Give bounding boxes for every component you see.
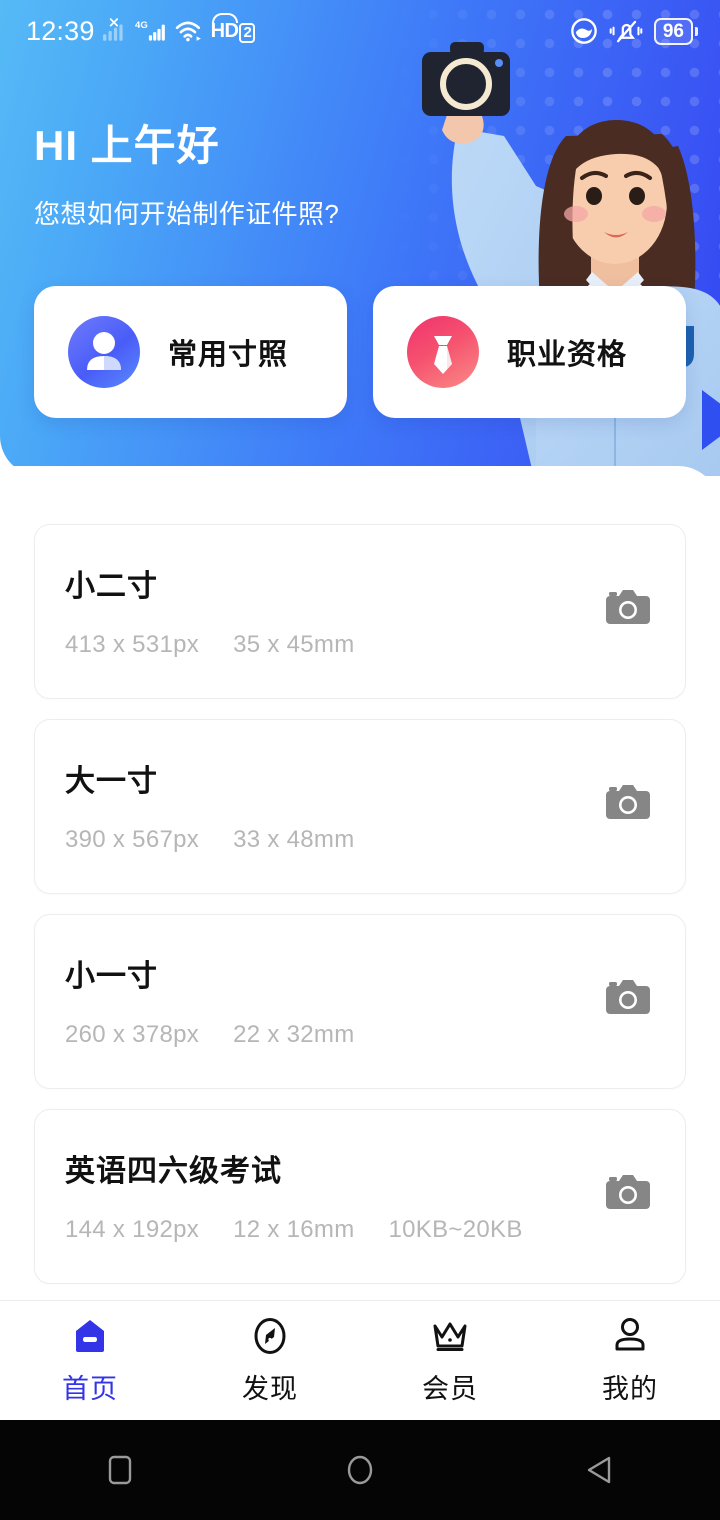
person-icon <box>68 316 140 388</box>
camera-icon[interactable] <box>604 782 652 822</box>
size-meta-filesize: 10KB~20KB <box>388 1216 523 1243</box>
tab-discover[interactable]: 发现 <box>180 1315 360 1406</box>
size-meta: 144 x 192px 12 x 16mm 10KB~20KB <box>65 1216 655 1244</box>
status-time: 12:39 <box>26 15 95 46</box>
size-meta: 390 x 567px 33 x 48mm <box>65 826 655 854</box>
battery-indicator: 96 <box>653 17 698 45</box>
entry-buttons: 常用寸照 职业资格 <box>34 286 686 418</box>
size-meta: 260 x 378px 22 x 32mm <box>65 1021 655 1049</box>
hd-arc <box>211 12 238 23</box>
person-icon <box>609 1315 651 1357</box>
size-meta-mm: 22 x 32mm <box>233 1021 355 1048</box>
hero-text-block: HI 上午好 您想如何开始制作证件照? <box>34 120 339 231</box>
list-item[interactable]: 小二寸 413 x 531px 35 x 45mm <box>34 524 686 699</box>
bottom-navigation: 首页 发现 会员 我的 <box>0 1300 720 1420</box>
greeting-title: HI 上午好 <box>34 122 220 169</box>
signal-4g-icon: 4G <box>135 20 165 41</box>
signal-no-sim-icon <box>102 18 123 41</box>
status-bar-left: 12:39 4G HD 2 <box>26 12 256 47</box>
tab-member[interactable]: 会员 <box>360 1315 540 1406</box>
eye-comfort-icon <box>571 18 597 44</box>
size-title: 大一寸 <box>65 765 158 798</box>
system-navigation-bar <box>0 1420 720 1520</box>
size-meta-px: 260 x 378px <box>65 1021 200 1048</box>
home-circle-icon[interactable] <box>337 1447 383 1493</box>
status-bar-right: 96 <box>570 17 698 45</box>
signal-4g-label: 4G <box>135 20 148 31</box>
size-meta-px: 413 x 531px <box>65 631 200 658</box>
list-item[interactable]: 英语四六级考试 144 x 192px 12 x 16mm 10KB~20KB <box>34 1109 686 1284</box>
size-meta-mm: 33 x 48mm <box>233 826 355 853</box>
tab-label: 我的 <box>602 1374 658 1404</box>
back-triangle-icon[interactable] <box>577 1447 623 1493</box>
tab-label: 首页 <box>62 1374 118 1404</box>
tab-label: 发现 <box>242 1374 298 1404</box>
wifi-icon <box>175 21 201 42</box>
size-meta-px: 144 x 192px <box>65 1216 200 1243</box>
entry-label: 常用寸照 <box>168 339 289 371</box>
hd-label: HD <box>210 19 239 42</box>
size-meta: 413 x 531px 35 x 45mm <box>65 631 655 659</box>
list-item[interactable]: 小一寸 260 x 378px 22 x 32mm <box>34 914 686 1089</box>
crown-icon <box>429 1315 471 1357</box>
camera-icon[interactable] <box>604 1172 652 1212</box>
battery-percent: 96 <box>653 17 693 45</box>
home-icon <box>69 1315 111 1357</box>
recents-square-icon[interactable] <box>97 1447 143 1493</box>
compass-icon <box>249 1315 291 1357</box>
size-meta-mm: 35 x 45mm <box>233 631 355 658</box>
tab-label: 会员 <box>422 1374 478 1404</box>
entry-label: 职业资格 <box>507 339 628 371</box>
greeting-subtitle: 您想如何开始制作证件照? <box>34 199 340 229</box>
camera-icon[interactable] <box>604 587 652 627</box>
size-title: 英语四六级考试 <box>65 1155 282 1188</box>
app-screen: 12:39 4G HD 2 96 HI 上午好 您想如何开始制作证件照? 常用寸… <box>0 0 720 1520</box>
size-title: 小二寸 <box>65 570 158 603</box>
tab-home[interactable]: 首页 <box>0 1315 180 1406</box>
ringer-silent-icon <box>609 20 643 43</box>
necktie-icon <box>407 316 479 388</box>
hd-sim-badge: 2 <box>239 22 256 43</box>
hd-volte-icon: HD 2 <box>210 12 256 43</box>
status-bar: 12:39 4G HD 2 96 <box>0 0 720 62</box>
camera-icon[interactable] <box>604 977 652 1017</box>
tab-profile[interactable]: 我的 <box>540 1315 720 1406</box>
size-meta-mm: 12 x 16mm <box>233 1216 355 1243</box>
entry-common-sizes[interactable]: 常用寸照 <box>34 286 347 418</box>
list-item[interactable]: 大一寸 390 x 567px 33 x 48mm <box>34 719 686 894</box>
size-title: 小一寸 <box>65 960 158 993</box>
battery-tip <box>695 26 698 36</box>
entry-professional-qualification[interactable]: 职业资格 <box>373 286 686 418</box>
size-meta-px: 390 x 567px <box>65 826 200 853</box>
